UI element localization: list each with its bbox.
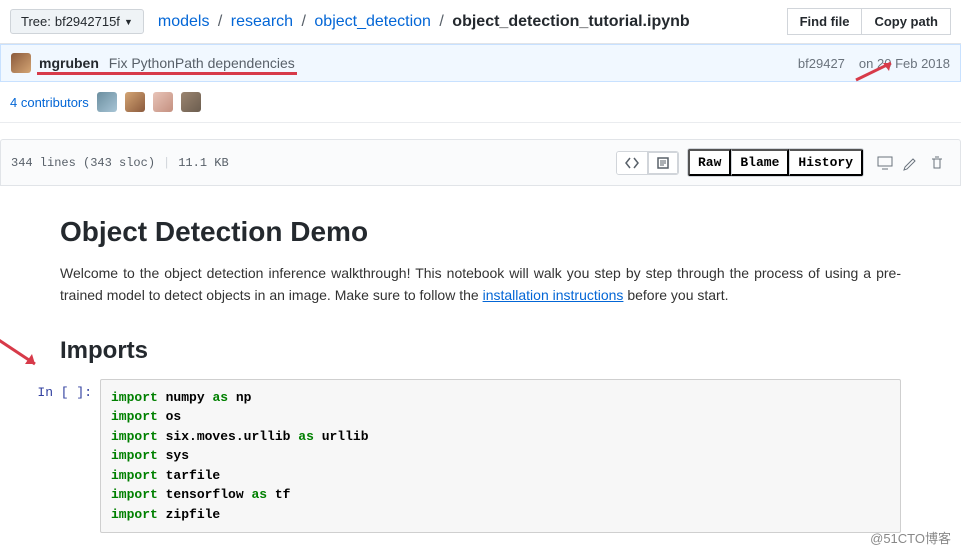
tree-select-button[interactable]: Tree: bf2942715f ▼ bbox=[10, 9, 144, 34]
tree-sha: bf2942715f bbox=[55, 14, 120, 29]
source-view-button[interactable] bbox=[617, 152, 647, 174]
installation-link[interactable]: installation instructions bbox=[483, 287, 624, 303]
breadcrumb: models / research / object_detection / o… bbox=[158, 13, 690, 31]
code-cell-row: In [ ]: import numpy as np import os imp… bbox=[30, 379, 901, 534]
view-toggle bbox=[616, 151, 679, 175]
contributors-row: 4 contributors bbox=[0, 82, 961, 123]
rendered-view-button[interactable] bbox=[647, 152, 678, 174]
contributor-avatar[interactable] bbox=[153, 92, 173, 112]
arrow-annotation-icon bbox=[0, 316, 50, 376]
file-size: 11.1 KB bbox=[178, 156, 228, 170]
top-actions: Find file Copy path bbox=[787, 8, 951, 35]
commit-author[interactable]: mgruben bbox=[39, 55, 99, 71]
breadcrumb-object-detection[interactable]: object_detection bbox=[314, 13, 431, 30]
notebook-content: Object Detection Demo Welcome to the obj… bbox=[0, 186, 961, 553]
raw-button[interactable]: Raw bbox=[688, 149, 731, 176]
commit-sha[interactable]: bf29427 bbox=[798, 56, 845, 71]
history-button[interactable]: History bbox=[789, 149, 863, 176]
commit-author-msg: mgruben Fix PythonPath dependencies bbox=[39, 55, 295, 71]
contributor-avatar[interactable] bbox=[97, 92, 117, 112]
file-button-group: Raw Blame History bbox=[687, 148, 864, 177]
separator: / bbox=[439, 13, 443, 30]
notebook-title: Object Detection Demo bbox=[60, 216, 901, 248]
file-actions: Raw Blame History bbox=[616, 148, 950, 177]
copy-path-button[interactable]: Copy path bbox=[862, 8, 951, 35]
intro-text: Welcome to the object detection inferenc… bbox=[60, 265, 901, 303]
breadcrumb-file: object_detection_tutorial.ipynb bbox=[452, 13, 689, 30]
find-file-button[interactable]: Find file bbox=[787, 8, 863, 35]
contributor-avatar[interactable] bbox=[181, 92, 201, 112]
watermark: @51CTO博客 bbox=[870, 528, 951, 547]
divider: | bbox=[163, 156, 170, 170]
breadcrumb-models[interactable]: models bbox=[158, 13, 210, 30]
input-prompt: In [ ]: bbox=[30, 379, 100, 400]
contributor-avatar[interactable] bbox=[125, 92, 145, 112]
commit-message[interactable]: Fix PythonPath dependencies bbox=[109, 55, 295, 71]
file-header: 344 lines (343 sloc) | 11.1 KB Raw Blame… bbox=[0, 139, 961, 186]
blame-button[interactable]: Blame bbox=[731, 149, 789, 176]
separator: / bbox=[302, 13, 306, 30]
separator: / bbox=[218, 13, 222, 30]
edit-icon[interactable] bbox=[898, 150, 924, 176]
breadcrumb-research[interactable]: research bbox=[231, 13, 293, 30]
desktop-icon[interactable] bbox=[872, 150, 898, 176]
tree-label: Tree: bbox=[21, 14, 51, 29]
arrow-annotation-icon bbox=[851, 55, 901, 85]
contributors-link[interactable]: 4 contributors bbox=[10, 95, 89, 110]
commit-bar: mgruben Fix PythonPath dependencies bf29… bbox=[0, 44, 961, 82]
imports-heading: Imports bbox=[60, 337, 901, 365]
top-bar: Tree: bf2942715f ▼ models / research / o… bbox=[0, 0, 961, 44]
author-avatar[interactable] bbox=[11, 53, 31, 73]
trash-icon[interactable] bbox=[924, 150, 950, 176]
intro-text-after: before you start. bbox=[623, 287, 728, 303]
file-lines: 344 lines (343 sloc) bbox=[11, 156, 155, 170]
notebook-intro: Welcome to the object detection inferenc… bbox=[60, 262, 901, 307]
caret-down-icon: ▼ bbox=[124, 17, 133, 27]
code-cell[interactable]: import numpy as np import os import six.… bbox=[100, 379, 901, 534]
